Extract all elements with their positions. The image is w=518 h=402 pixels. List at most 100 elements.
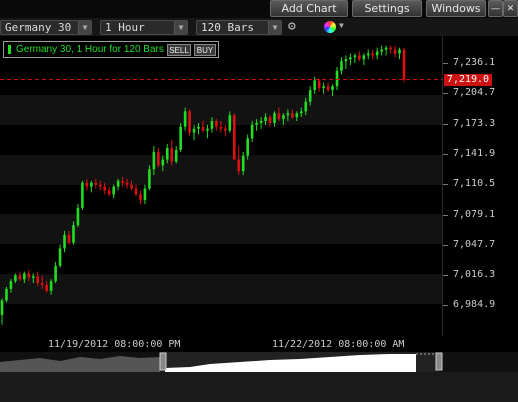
candle [31, 273, 35, 284]
candle [250, 120, 254, 143]
candle [94, 178, 98, 189]
candle [121, 176, 124, 187]
price-tick-mark [443, 93, 448, 95]
navigator-left-handle[interactable] [160, 353, 166, 370]
timeframe-value: 1 Hour [105, 21, 145, 34]
chevron-down-icon[interactable]: ▼ [339, 21, 344, 30]
candle [375, 47, 379, 60]
candle [384, 45, 388, 56]
candle [201, 120, 205, 133]
sell-button[interactable]: SELL [167, 44, 191, 56]
chevron-down-icon[interactable]: ▼ [174, 21, 187, 34]
candle [371, 49, 375, 60]
color-wheel-icon[interactable]: ▼ [322, 19, 350, 35]
candle [54, 261, 57, 284]
timeframe-select[interactable]: 1 Hour ▼ [100, 20, 188, 35]
price-tick-label: 7,110.5 [453, 178, 496, 190]
bars-value: 120 Bars [201, 21, 254, 34]
add-chart-button[interactable]: Add Chart [270, 0, 348, 17]
buy-button[interactable]: BUY [194, 44, 216, 56]
candle [36, 271, 40, 287]
chart-plot-area[interactable] [0, 36, 442, 336]
chevron-down-icon[interactable]: ▼ [268, 21, 281, 34]
candle [0, 298, 4, 325]
candle [63, 231, 66, 253]
candle [143, 184, 147, 204]
candle [179, 122, 182, 152]
candle [277, 107, 281, 121]
candle [335, 66, 339, 91]
candle [183, 107, 187, 131]
price-tick-label: 7,204.7 [453, 87, 496, 99]
candle [134, 184, 138, 197]
candle [264, 113, 267, 125]
candle [246, 134, 249, 160]
candle [273, 111, 276, 127]
candle [389, 45, 392, 54]
settings-button[interactable]: Settings [352, 0, 422, 17]
candle [317, 78, 321, 93]
candle [157, 148, 160, 168]
bars-select[interactable]: 120 Bars ▼ [196, 20, 282, 35]
candle [380, 45, 383, 56]
minimize-icon[interactable]: — [488, 0, 503, 17]
candle [349, 53, 352, 66]
candle [148, 165, 151, 191]
chevron-down-icon[interactable]: ▼ [78, 21, 91, 34]
legend-title: Germany 30, 1 Hour for 120 Bars [16, 44, 164, 55]
candle [353, 53, 357, 64]
symbol-value: Germany 30 [5, 21, 72, 34]
candle [366, 49, 370, 60]
candle [286, 109, 290, 121]
candle [322, 82, 325, 94]
close-icon[interactable]: ✕ [503, 0, 518, 17]
windows-button[interactable]: Windows [426, 0, 486, 17]
candle [210, 117, 214, 133]
candle [49, 279, 53, 295]
candle [139, 190, 142, 204]
candle [344, 55, 348, 69]
candle [23, 271, 26, 284]
candle [152, 146, 156, 176]
candle [237, 146, 241, 176]
candle [5, 286, 8, 303]
candle [58, 244, 62, 268]
time-label: 11/22/2012 08:00:00 AM [272, 339, 405, 350]
candle [331, 84, 334, 96]
candle [255, 119, 258, 131]
candle [125, 178, 129, 189]
series-color-icon [8, 45, 11, 54]
candle [259, 117, 263, 129]
price-tick-mark [443, 305, 448, 307]
candle [224, 124, 227, 137]
candle [98, 180, 102, 191]
candle [81, 180, 84, 210]
candle [197, 122, 200, 135]
candle [165, 144, 169, 164]
candle [304, 97, 308, 116]
price-tick-mark [443, 153, 448, 155]
current-price-badge: 7,219.0 [444, 74, 492, 86]
gear-icon[interactable]: ⚙ [288, 19, 314, 35]
symbol-select[interactable]: Germany 30 ▼ [0, 20, 92, 35]
candle [192, 124, 196, 141]
candle [188, 109, 191, 137]
candle [291, 109, 294, 120]
navigator-right-handle[interactable] [436, 353, 442, 370]
candle [393, 45, 397, 58]
price-tick-mark [443, 184, 448, 186]
candle [27, 269, 31, 282]
candle [402, 47, 406, 83]
chart-legend: Germany 30, 1 Hour for 120 Bars SELL BUY [3, 41, 219, 58]
candle [18, 271, 22, 282]
price-tick-label: 7,236.1 [453, 57, 496, 68]
candle [90, 180, 93, 193]
candle [40, 275, 44, 289]
candle [45, 281, 48, 293]
price-tick-label: 7,173.3 [453, 117, 496, 129]
candle [295, 111, 299, 121]
candle [103, 182, 107, 195]
candle [107, 186, 111, 197]
candle [130, 180, 133, 191]
candle [282, 113, 285, 125]
